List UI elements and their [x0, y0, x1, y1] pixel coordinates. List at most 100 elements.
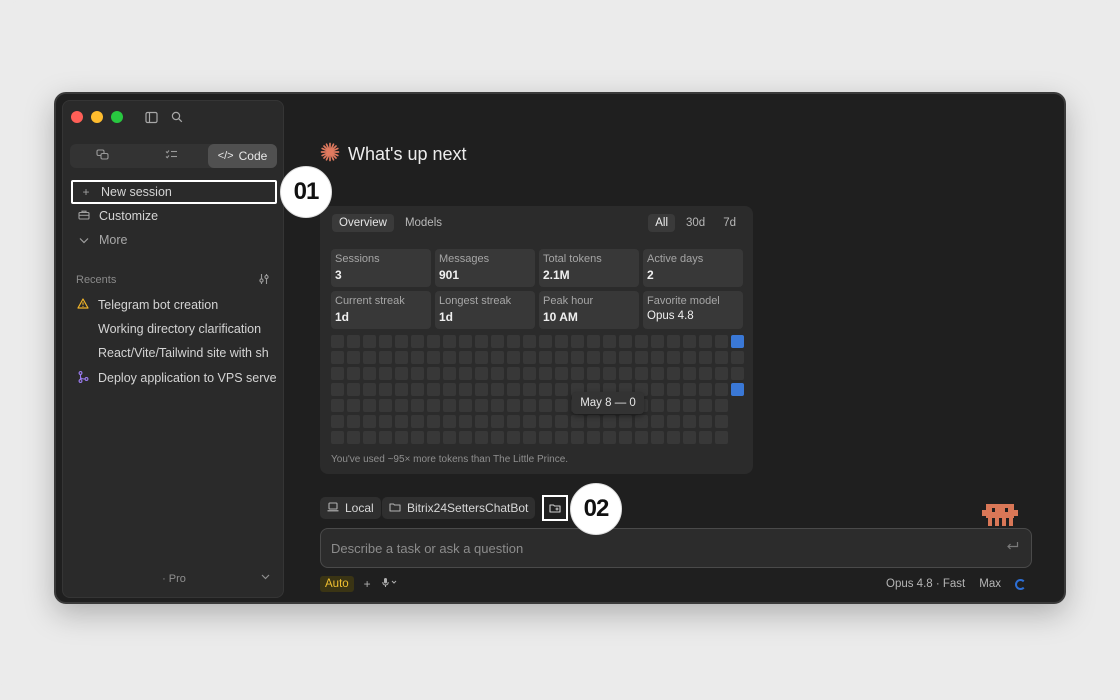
heatmap-cell[interactable]	[555, 399, 568, 412]
heatmap-cell[interactable]	[683, 351, 696, 364]
effort-selector[interactable]: Max	[979, 578, 1001, 590]
heatmap-cell[interactable]	[635, 415, 648, 428]
minimize-window-button[interactable]	[91, 111, 103, 123]
heatmap-cell[interactable]	[699, 351, 712, 364]
heatmap-cell[interactable]	[731, 351, 744, 364]
heatmap-cell[interactable]	[683, 399, 696, 412]
heatmap-cell[interactable]	[715, 351, 728, 364]
heatmap-cell[interactable]	[411, 399, 424, 412]
heatmap-cell[interactable]	[443, 335, 456, 348]
model-selector[interactable]: Opus 4.8 · Fast	[886, 578, 965, 590]
heatmap-cell[interactable]	[491, 399, 504, 412]
zoom-window-button[interactable]	[111, 111, 123, 123]
heatmap-cell[interactable]	[491, 335, 504, 348]
heatmap-cell[interactable]	[699, 399, 712, 412]
plan-label[interactable]: · Pro	[63, 573, 285, 585]
heatmap-cell[interactable]	[507, 399, 520, 412]
heatmap-cell[interactable]	[571, 415, 584, 428]
heatmap-cell[interactable]	[507, 335, 520, 348]
heatmap-cell[interactable]	[379, 367, 392, 380]
heatmap-cell-active[interactable]	[731, 383, 744, 396]
heatmap-cell[interactable]	[459, 431, 472, 444]
heatmap-cell[interactable]	[667, 367, 680, 380]
heatmap-cell[interactable]	[459, 351, 472, 364]
environment-chip[interactable]: Local	[320, 497, 381, 519]
heatmap-cell[interactable]	[523, 415, 536, 428]
heatmap-cell[interactable]	[699, 367, 712, 380]
heatmap-cell[interactable]	[363, 367, 376, 380]
heatmap-cell[interactable]	[715, 431, 728, 444]
heatmap-cell[interactable]	[539, 415, 552, 428]
heatmap-cell[interactable]	[667, 335, 680, 348]
microphone-icon[interactable]	[381, 577, 397, 591]
heatmap-cell[interactable]	[635, 431, 648, 444]
range-7d[interactable]: 7d	[716, 214, 743, 232]
heatmap-cell[interactable]	[667, 399, 680, 412]
heatmap-cell[interactable]	[619, 431, 632, 444]
heatmap-cell[interactable]	[683, 335, 696, 348]
mode-tasks-tab[interactable]	[139, 144, 208, 168]
heatmap-cell[interactable]	[507, 351, 520, 364]
heatmap-cell[interactable]	[475, 367, 488, 380]
heatmap-cell[interactable]	[347, 383, 360, 396]
heatmap-cell[interactable]	[603, 431, 616, 444]
recent-item[interactable]: Telegram bot creation	[76, 294, 276, 316]
heatmap-cell[interactable]	[715, 367, 728, 380]
heatmap-cell[interactable]	[539, 399, 552, 412]
heatmap-cell[interactable]	[379, 399, 392, 412]
heatmap-cell[interactable]	[635, 367, 648, 380]
close-window-button[interactable]	[71, 111, 83, 123]
heatmap-cell[interactable]	[347, 367, 360, 380]
heatmap-cell[interactable]	[651, 383, 664, 396]
heatmap-cell[interactable]	[411, 431, 424, 444]
recent-item[interactable]: Working directory clarification	[76, 318, 276, 340]
heatmap-cell[interactable]	[699, 431, 712, 444]
heatmap-cell[interactable]	[683, 431, 696, 444]
heatmap-cell[interactable]	[715, 383, 728, 396]
heatmap-cell[interactable]	[523, 383, 536, 396]
heatmap-cell[interactable]	[459, 335, 472, 348]
heatmap-cell[interactable]	[699, 335, 712, 348]
filter-sliders-icon[interactable]	[258, 273, 270, 288]
heatmap-cell[interactable]	[683, 367, 696, 380]
heatmap-cell[interactable]	[331, 351, 344, 364]
heatmap-cell[interactable]	[443, 431, 456, 444]
heatmap-cell[interactable]	[555, 367, 568, 380]
heatmap-cell[interactable]	[491, 383, 504, 396]
heatmap-cell[interactable]	[427, 351, 440, 364]
tab-models[interactable]: Models	[398, 214, 449, 232]
heatmap-cell[interactable]	[427, 399, 440, 412]
heatmap-cell[interactable]	[331, 431, 344, 444]
heatmap-cell[interactable]	[523, 431, 536, 444]
heatmap-cell[interactable]	[523, 335, 536, 348]
heatmap-cell[interactable]	[587, 431, 600, 444]
return-icon[interactable]	[1006, 540, 1019, 555]
heatmap-cell[interactable]	[491, 415, 504, 428]
heatmap-cell[interactable]	[363, 415, 376, 428]
range-30d[interactable]: 30d	[679, 214, 712, 232]
heatmap-cell[interactable]	[603, 351, 616, 364]
heatmap-cell[interactable]	[587, 351, 600, 364]
heatmap-cell[interactable]	[443, 351, 456, 364]
heatmap-cell[interactable]	[539, 383, 552, 396]
heatmap-cell[interactable]	[651, 367, 664, 380]
heatmap-cell[interactable]	[347, 335, 360, 348]
heatmap-cell[interactable]	[411, 415, 424, 428]
heatmap-cell[interactable]	[587, 335, 600, 348]
heatmap-cell[interactable]	[539, 431, 552, 444]
heatmap-cell[interactable]	[571, 335, 584, 348]
heatmap-cell[interactable]	[395, 415, 408, 428]
heatmap-cell[interactable]	[443, 383, 456, 396]
heatmap-cell[interactable]	[491, 367, 504, 380]
heatmap-cell[interactable]	[731, 367, 744, 380]
heatmap-cell[interactable]	[651, 335, 664, 348]
heatmap-cell[interactable]	[667, 351, 680, 364]
mode-code-tab[interactable]: </> Code	[208, 144, 277, 168]
heatmap-cell[interactable]	[715, 399, 728, 412]
heatmap-cell[interactable]	[363, 335, 376, 348]
heatmap-cell-active[interactable]	[731, 335, 744, 348]
new-session-button[interactable]: + New session	[71, 180, 277, 204]
heatmap-cell[interactable]	[555, 351, 568, 364]
heatmap-cell[interactable]	[603, 335, 616, 348]
heatmap-cell[interactable]	[331, 383, 344, 396]
